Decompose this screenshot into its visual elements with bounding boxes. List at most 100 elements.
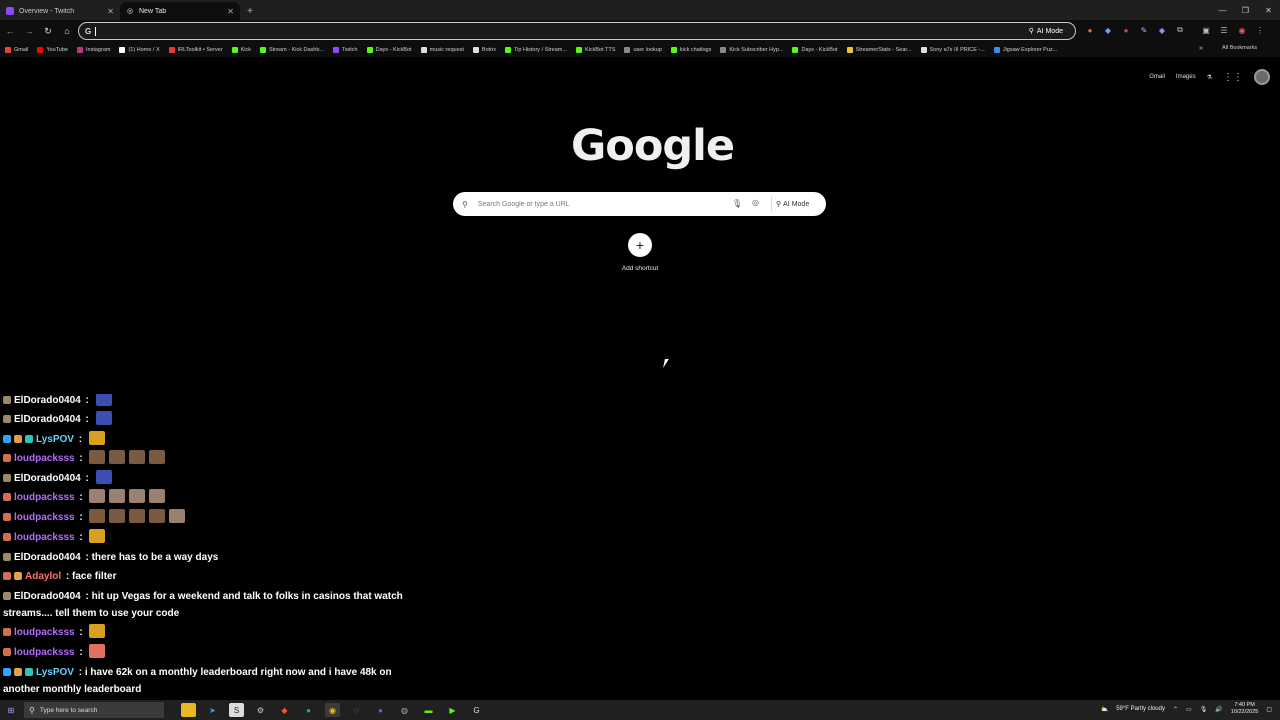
apps-grid-icon[interactable]: ⋮⋮	[1223, 72, 1243, 83]
avatar[interactable]	[1254, 69, 1270, 85]
ai-mode-button[interactable]: ⚲ AI Mode	[1023, 24, 1069, 38]
extension-icon[interactable]: ●	[1120, 24, 1132, 36]
chat-badge-icon	[3, 628, 11, 636]
brave-icon[interactable]: ◆	[277, 703, 292, 717]
taskbar-apps: ➤ S ⚙ ◆ ● ◉ ◌ ● ◍ ▬ ▶ G	[181, 703, 484, 717]
menu-icon[interactable]: ⋮	[1254, 24, 1266, 36]
close-icon[interactable]: ✕	[227, 7, 234, 16]
bookmark-label: KickBot TTS	[584, 46, 616, 53]
side-panel-icon[interactable]: ▣	[1200, 24, 1212, 36]
discord-icon[interactable]: ●	[373, 703, 388, 717]
close-icon[interactable]: ✕	[107, 7, 114, 16]
network-icon[interactable]: ▭	[1186, 706, 1192, 713]
mic-icon[interactable]: 🎙	[1200, 706, 1208, 713]
chat-separator: :	[82, 414, 92, 425]
bookmark-item[interactable]: Days - KickBot	[366, 46, 412, 53]
chat-username: loudpacksss	[14, 627, 75, 638]
chat-separator: :	[82, 473, 92, 484]
tab-twitch[interactable]: Overview - Twitch ✕	[0, 2, 120, 20]
tab-new-tab[interactable]: ◎ New Tab ✕	[120, 2, 240, 20]
file-explorer-icon[interactable]	[181, 703, 196, 717]
chrome-icon[interactable]: ◉	[325, 703, 340, 717]
bookmark-item[interactable]: YouTube	[37, 46, 68, 53]
images-link[interactable]: Images	[1176, 74, 1196, 80]
bookmark-item[interactable]: Gmail	[5, 46, 28, 53]
settings-icon[interactable]: ⚙	[253, 703, 268, 717]
bookmark-label: Sony a7s III PRICE -...	[929, 46, 985, 53]
bookmark-item[interactable]: Twitch	[333, 46, 358, 53]
chat-emote-icon	[109, 450, 126, 464]
search-icon: ⚲	[29, 705, 35, 715]
bookmark-item[interactable]: Kick Subscriber Hyp...	[720, 46, 783, 53]
chat-separator: :	[76, 532, 86, 543]
bookmark-item[interactable]: Sony a7s III PRICE -...	[920, 46, 985, 53]
labs-icon[interactable]: ⚗	[1207, 74, 1212, 81]
gmail-link[interactable]: Gmail	[1149, 74, 1165, 80]
bookmark-item[interactable]: user lookup	[624, 46, 662, 53]
clock-time: 7:40 PM	[1234, 702, 1255, 708]
spotify-icon[interactable]: ●	[301, 703, 316, 717]
chat-username: ElDorado0404	[14, 591, 81, 602]
bookmark-favicon-icon	[792, 46, 799, 53]
bookmark-item[interactable]: kick chatlogs	[670, 46, 711, 53]
restore-icon[interactable]: ❐	[1234, 0, 1257, 20]
chat-message: loudpacksss :	[3, 529, 106, 546]
volume-icon[interactable]: 🔊	[1215, 706, 1222, 713]
app-icon[interactable]: S	[229, 703, 244, 717]
add-shortcut-button[interactable]: +	[628, 233, 652, 257]
extension-icon[interactable]: ◆	[1156, 24, 1168, 36]
google-search-box[interactable]: ⚲ 🎙 ◎ ⚲ AI Mode	[453, 192, 826, 216]
all-bookmarks-link[interactable]: All Bookmarks	[1222, 45, 1257, 51]
minimize-icon[interactable]: —	[1211, 0, 1234, 20]
home-icon[interactable]: ⌂	[58, 22, 76, 40]
app-icon[interactable]: ◌	[349, 703, 364, 717]
bookmark-item[interactable]: StreamerStats - Sear...	[846, 46, 912, 53]
microphone-icon[interactable]: 🎙	[732, 199, 742, 208]
bookmark-item[interactable]: Kick	[231, 46, 251, 53]
reload-icon[interactable]: ↻	[39, 22, 57, 40]
telegram-icon[interactable]: ➤	[205, 703, 220, 717]
tray-arrow-icon[interactable]: ⌃	[1173, 706, 1178, 713]
close-window-icon[interactable]: ✕	[1257, 0, 1280, 20]
kick-icon[interactable]: ▶	[445, 703, 460, 717]
bookmark-item[interactable]: Botrix	[472, 46, 496, 53]
bookmark-label: Jigsaw Explorer Puz...	[1002, 46, 1058, 53]
back-icon[interactable]: ←	[1, 22, 19, 40]
app-icon[interactable]: ◍	[397, 703, 412, 717]
new-tab-button[interactable]: +	[240, 2, 260, 20]
bookmark-item[interactable]: Instagram	[77, 46, 110, 53]
bookmark-item[interactable]: Stream - Kick Dashb...	[259, 46, 324, 53]
bookmark-label: Botrix	[481, 46, 496, 53]
app-icon[interactable]: G	[469, 703, 484, 717]
bookmark-item[interactable]: Days - KickBot	[792, 46, 838, 53]
forward-icon[interactable]: →	[20, 22, 38, 40]
app-icon[interactable]: ▬	[421, 703, 436, 717]
taskbar-search[interactable]: ⚲ Type here to search	[24, 702, 164, 718]
clock-date: 10/22/2025	[1230, 709, 1259, 715]
notification-icon[interactable]: ▢	[1266, 706, 1272, 713]
weather-text[interactable]: 59°F Partly cloudy	[1116, 706, 1165, 712]
bookmark-item[interactable]: Tip History / Stream...	[504, 46, 567, 53]
google-lens-icon[interactable]: ◎	[752, 198, 759, 207]
tab-search-icon[interactable]: ☰	[1218, 24, 1230, 36]
chat-emote-icon	[149, 509, 166, 523]
start-icon[interactable]: ⊞	[0, 700, 22, 720]
extension-icon[interactable]: ✎	[1138, 24, 1150, 36]
profile-avatar-icon[interactable]: ◉	[1236, 24, 1248, 36]
extension-icon[interactable]: ◆	[1102, 24, 1114, 36]
bookmark-item[interactable]: KickBot TTS	[575, 46, 616, 53]
bookmark-item[interactable]: Jigsaw Explorer Puz...	[993, 46, 1058, 53]
bookmark-item[interactable]: music request	[420, 46, 464, 53]
bookmarks-overflow-icon[interactable]: »	[1199, 45, 1203, 52]
clock[interactable]: 7:40 PM 10/22/2025	[1231, 702, 1259, 716]
bookmark-item[interactable]: IRLToolkit • Server	[168, 46, 223, 53]
extensions-area: ● ◆ ● ✎ ◆ ⧉ ▣ ☰ ◉ ⋮	[1084, 24, 1266, 36]
bookmark-favicon-icon	[670, 46, 677, 53]
search-input[interactable]	[477, 200, 718, 208]
ai-mode-button[interactable]: ⚲ AI Mode	[771, 196, 813, 212]
chat-badge-icon	[3, 513, 11, 521]
extensions-puzzle-icon[interactable]: ⧉	[1174, 24, 1186, 36]
address-bar[interactable]: G ⚲ AI Mode	[78, 22, 1076, 40]
extension-icon[interactable]: ●	[1084, 24, 1096, 36]
bookmark-item[interactable]: (1) Home / X	[119, 46, 160, 53]
